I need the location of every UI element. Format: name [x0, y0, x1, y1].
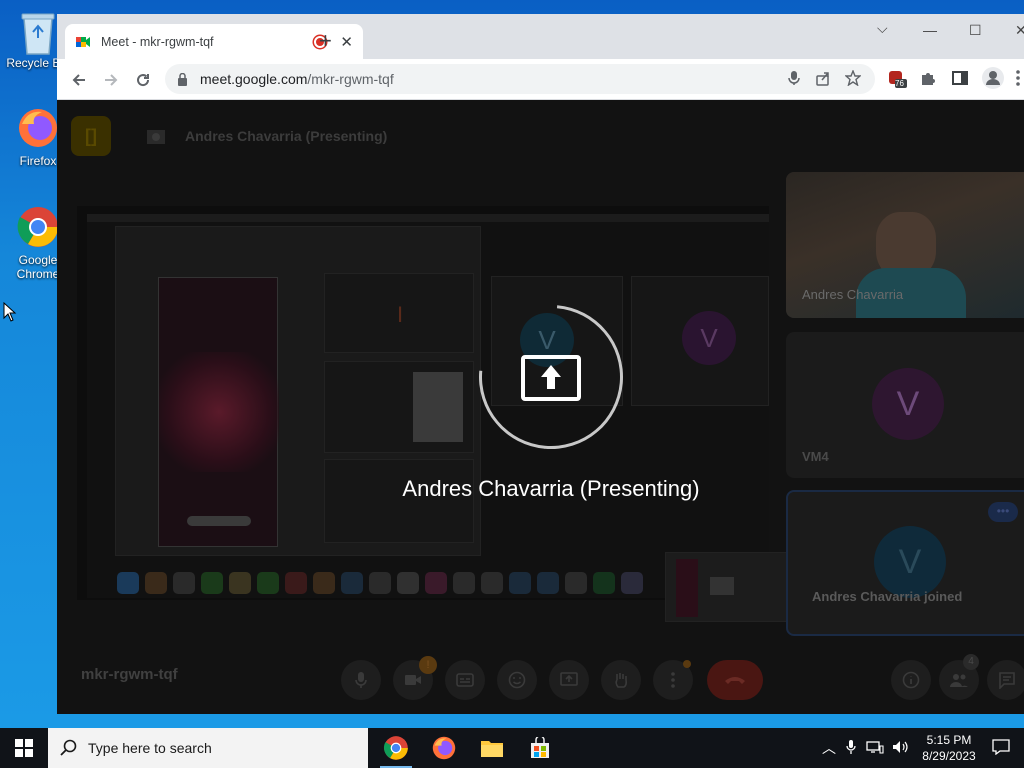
profile-avatar-icon[interactable]	[981, 66, 1004, 89]
tray-microphone-icon[interactable]	[846, 739, 856, 758]
firefox-icon	[16, 106, 60, 150]
captions-button[interactable]	[445, 660, 485, 700]
more-vert-icon	[671, 672, 675, 688]
google-meet-icon	[75, 34, 91, 50]
chrome-icon	[16, 205, 60, 249]
start-button[interactable]	[0, 728, 48, 768]
forward-button[interactable]	[99, 68, 123, 92]
back-arrow-icon	[72, 74, 85, 86]
url-text: meet.google.com/mkr-rgwm-tqf	[200, 71, 394, 87]
url-host: meet.google.com	[200, 71, 308, 87]
chat-icon	[999, 672, 1015, 689]
close-tab-icon[interactable]: ✕	[340, 33, 353, 51]
hang-up-icon	[725, 677, 745, 684]
people-button[interactable]: 4	[939, 654, 979, 700]
system-tray: ︿ 5:15 PM 8/29/2023	[822, 728, 1024, 768]
search-icon	[60, 739, 78, 757]
microphone-icon	[355, 672, 367, 688]
captions-icon	[456, 673, 474, 687]
reload-icon	[137, 74, 150, 87]
raise-hand-icon	[615, 673, 628, 688]
forward-arrow-icon	[105, 74, 118, 86]
taskbar-store[interactable]	[516, 728, 564, 768]
url-path: /mkr-rgwm-tqf	[307, 71, 394, 87]
microphone-icon[interactable]	[787, 70, 801, 90]
emoji-reaction-button[interactable]	[497, 660, 537, 700]
browser-window: Meet - mkr-rgwm-tqf ✕ + ⌵ — ☐ ✕ meet.goo…	[57, 14, 1024, 714]
emoji-icon	[508, 671, 526, 689]
people-icon	[950, 674, 968, 687]
minimize-button[interactable]: —	[923, 22, 937, 38]
tab-strip: Meet - mkr-rgwm-tqf ✕ + ⌵ — ☐ ✕	[57, 14, 1024, 59]
info-icon	[902, 671, 920, 689]
network-icon[interactable]	[866, 740, 884, 757]
firefox-icon	[432, 736, 456, 760]
bookmark-star-icon[interactable]	[844, 69, 862, 90]
camera-toggle-button[interactable]: !	[393, 656, 437, 700]
present-screen-icon	[521, 355, 581, 401]
chrome-icon	[383, 736, 408, 760]
taskbar-firefox[interactable]	[420, 728, 468, 768]
more-options-button[interactable]	[653, 660, 693, 700]
clock-time: 5:15 PM	[926, 733, 972, 747]
share-icon[interactable]	[815, 70, 831, 90]
meeting-details-button[interactable]	[891, 660, 931, 700]
extension-recorder-icon[interactable]: 76	[887, 69, 907, 89]
volume-icon[interactable]	[892, 740, 910, 757]
taskbar-chrome[interactable]	[372, 728, 420, 768]
raise-hand-button[interactable]	[601, 660, 641, 700]
side-panel-icon[interactable]	[951, 69, 971, 89]
maximize-button[interactable]: ☐	[969, 22, 982, 39]
close-window-button[interactable]: ✕	[1015, 22, 1024, 39]
clock-date: 8/29/2023	[922, 749, 976, 763]
camera-icon	[405, 675, 421, 685]
tab-search-chevron-icon[interactable]: ⌵	[877, 20, 888, 37]
back-button[interactable]	[67, 68, 91, 92]
address-bar[interactable]: meet.google.com/mkr-rgwm-tqf	[165, 64, 875, 94]
meeting-code: mkr-rgwm-tqf	[81, 666, 178, 683]
taskbar-file-explorer[interactable]	[468, 728, 516, 768]
reload-button[interactable]	[131, 68, 155, 92]
leave-call-button[interactable]	[707, 660, 763, 700]
cursor-icon	[3, 302, 17, 322]
lock-icon	[177, 72, 188, 86]
present-now-button[interactable]	[549, 660, 589, 700]
new-tab-button[interactable]: +	[319, 28, 332, 54]
browser-toolbar: meet.google.com/mkr-rgwm-tqf 76	[57, 59, 1024, 100]
store-icon	[531, 737, 549, 758]
windows-logo-icon	[15, 739, 33, 757]
recycle-bin-icon	[16, 8, 60, 55]
tray-overflow-chevron-icon[interactable]: ︿	[822, 738, 836, 758]
folder-icon	[481, 741, 503, 757]
camera-warning-badge: !	[419, 656, 437, 674]
taskbar: Type here to search ︿ 5:15 PM 8/29/2023	[0, 728, 1024, 768]
presenting-label: Andres Chavarria (Presenting)	[402, 476, 700, 501]
meet-controls-bar: mkr-rgwm-tqf ! 4	[57, 648, 1024, 714]
present-screen-icon	[560, 672, 578, 686]
extension-badge: 76	[895, 79, 904, 88]
tab-title: Meet - mkr-rgwm-tqf	[101, 34, 214, 49]
search-placeholder: Type here to search	[88, 740, 212, 756]
more-menu-icon[interactable]	[1015, 69, 1024, 89]
taskbar-search[interactable]: Type here to search	[48, 728, 368, 768]
participant-count-badge: 4	[963, 654, 979, 670]
meet-content: [] Andres Chavarria (Presenting) I V V A…	[57, 100, 1024, 714]
chat-button[interactable]	[987, 660, 1024, 700]
extensions-puzzle-icon[interactable]	[919, 69, 939, 89]
notifications-icon[interactable]	[992, 738, 1010, 758]
clock[interactable]: 5:15 PM 8/29/2023	[916, 732, 982, 764]
presenting-overlay: Andres Chavarria (Presenting)	[57, 100, 1024, 714]
microphone-toggle-button[interactable]	[341, 660, 381, 700]
